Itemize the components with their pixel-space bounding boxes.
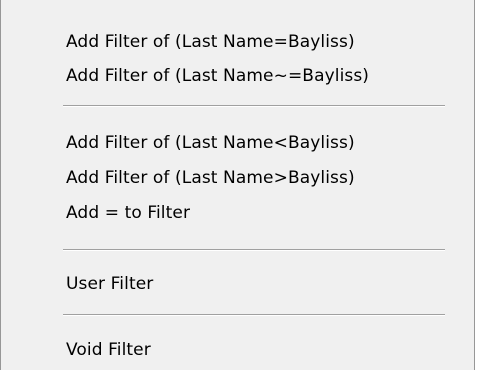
menu-item-user-filter[interactable]: User Filter [1,267,474,301]
menu-separator [63,249,445,251]
menu-item-add-filter-not-equals[interactable]: Add Filter of (Last Name~=Bayliss) [1,59,474,93]
menu-item-add-filter-less-than[interactable]: Add Filter of (Last Name<Bayliss) [1,126,474,160]
menu-item-label: Add Filter of (Last Name=Bayliss) [66,32,355,52]
menu-item-add-filter-greater-than[interactable]: Add Filter of (Last Name>Bayliss) [1,161,474,195]
menu-item-label: User Filter [66,274,154,294]
menu-item-label: Void Filter [66,340,151,360]
menu-item-add-equals-to-filter[interactable]: Add = to Filter [1,196,474,230]
menu-separator [63,314,445,316]
menu-item-label: Add Filter of (Last Name~=Bayliss) [66,66,370,86]
menu-item-label: Add Filter of (Last Name<Bayliss) [66,133,355,153]
menu-item-label: Add = to Filter [66,203,191,223]
menu-separator [63,105,445,107]
menu-item-add-filter-equals[interactable]: Add Filter of (Last Name=Bayliss) [1,25,474,59]
menu-item-void-filter[interactable]: Void Filter [1,333,474,367]
context-menu: Add Filter of (Last Name=Bayliss) Add Fi… [0,0,475,370]
menu-item-label: Add Filter of (Last Name>Bayliss) [66,168,355,188]
